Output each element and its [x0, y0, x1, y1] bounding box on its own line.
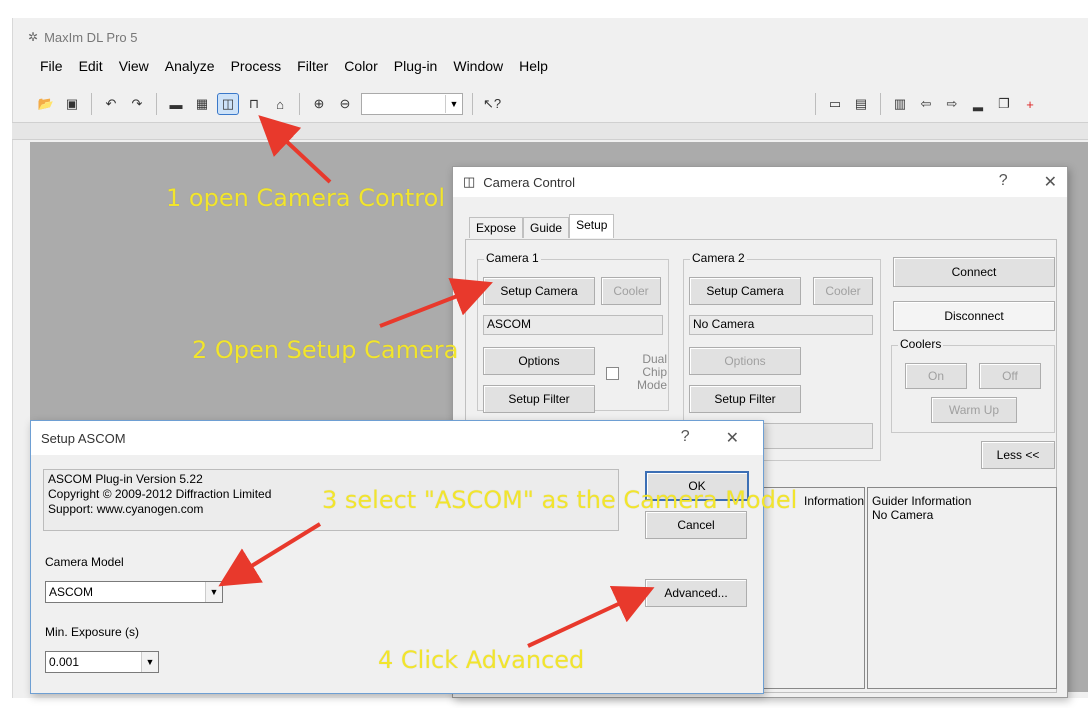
arrow-step2	[379, 278, 493, 328]
annotation-arrows	[218, 115, 655, 648]
arrow-step4	[527, 585, 655, 648]
arrow-step1	[258, 115, 332, 184]
arrow-step3	[218, 522, 322, 587]
